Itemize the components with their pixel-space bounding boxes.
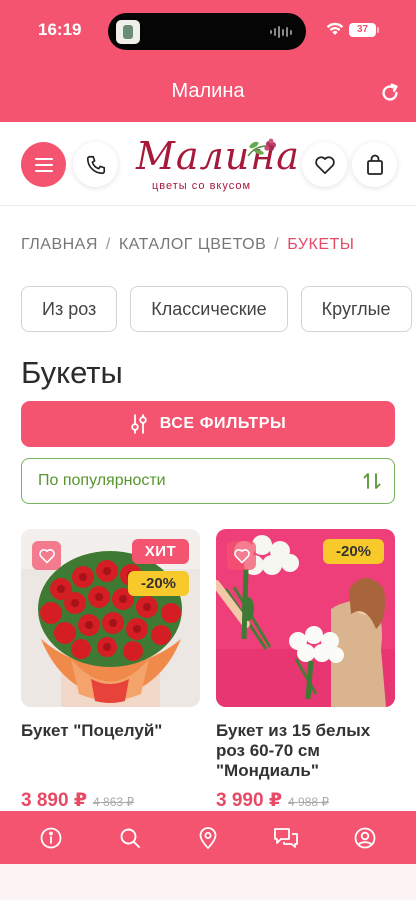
wifi-icon bbox=[326, 22, 344, 35]
breadcrumb-catalog-link[interactable]: КАТАЛОГ ЦВЕТОВ bbox=[119, 236, 266, 253]
bag-icon bbox=[366, 154, 383, 175]
audio-wave-icon bbox=[270, 26, 292, 38]
info-icon[interactable] bbox=[38, 825, 64, 851]
heart-icon bbox=[38, 548, 55, 563]
raspberry-flower-icon bbox=[247, 138, 276, 157]
heart-icon bbox=[233, 548, 250, 563]
chip-roses[interactable]: Из роз bbox=[21, 286, 118, 332]
chip-round[interactable]: Круглые bbox=[300, 286, 412, 332]
filter-sliders-icon bbox=[131, 414, 147, 434]
location-icon[interactable] bbox=[195, 825, 221, 851]
site-logo[interactable]: Малина цветы со вкусом bbox=[136, 134, 299, 196]
chat-icon[interactable] bbox=[273, 825, 299, 851]
favorite-toggle[interactable] bbox=[32, 541, 61, 570]
product-old-price: 4 863 ₽ bbox=[93, 795, 135, 809]
dynamic-island bbox=[108, 13, 306, 50]
product-old-price: 4 988 ₽ bbox=[288, 795, 330, 809]
search-icon[interactable] bbox=[117, 825, 143, 851]
breadcrumb-separator: / bbox=[105, 236, 111, 253]
battery-indicator: 37 bbox=[349, 23, 379, 37]
favorites-button[interactable] bbox=[302, 142, 347, 187]
all-filters-label: ВСЕ ФИЛЬТРЫ bbox=[159, 415, 287, 432]
product-image[interactable]: -20% bbox=[216, 529, 395, 707]
menu-icon-line bbox=[34, 169, 53, 172]
cart-button[interactable] bbox=[352, 142, 397, 187]
favorite-toggle[interactable] bbox=[227, 541, 256, 570]
home-indicator-area bbox=[0, 864, 416, 900]
breadcrumb: ГЛАВНАЯ / КАТАЛОГ ЦВЕТОВ / БУКЕТЫ bbox=[21, 236, 354, 254]
page-title: Букеты bbox=[21, 355, 123, 390]
heart-icon bbox=[314, 155, 335, 174]
bottom-navigation bbox=[0, 811, 416, 864]
product-price: 3 890 ₽ bbox=[21, 790, 88, 811]
breadcrumb-separator: / bbox=[274, 236, 280, 253]
phone-button[interactable] bbox=[73, 142, 118, 187]
phone-icon bbox=[86, 155, 105, 174]
menu-icon-line bbox=[34, 157, 53, 160]
discount-badge: -20% bbox=[323, 539, 384, 564]
discount-badge: -20% bbox=[128, 571, 189, 596]
refresh-icon[interactable] bbox=[379, 82, 401, 104]
menu-button[interactable] bbox=[21, 142, 66, 187]
product-name[interactable]: Букет "Поцелуй" bbox=[21, 721, 200, 741]
breadcrumb-current: БУКЕТЫ bbox=[287, 236, 355, 253]
product-card[interactable]: -20% Букет из 15 белых роз 60-70 см "Мон… bbox=[216, 529, 395, 811]
breadcrumb-home-link[interactable]: ГЛАВНАЯ bbox=[21, 236, 98, 253]
logo-tagline: цветы со вкусом bbox=[152, 180, 252, 192]
menu-icon-line bbox=[34, 163, 53, 166]
hit-badge: ХИТ bbox=[132, 539, 189, 564]
price-row: 3 990 ₽ 4 988 ₽ bbox=[216, 789, 329, 812]
app-top-bar: 16:19 37 Малина bbox=[0, 0, 416, 122]
account-icon[interactable] bbox=[352, 825, 378, 851]
product-price: 3 990 ₽ bbox=[216, 790, 283, 811]
sort-arrows-icon bbox=[363, 473, 381, 489]
chip-classic[interactable]: Классические bbox=[130, 286, 288, 332]
app-title: Малина bbox=[171, 80, 245, 102]
product-card[interactable]: ХИТ -20% Букет "Поцелуй" 3 890 ₽ 4 863 ₽ bbox=[21, 529, 200, 811]
status-time: 16:19 bbox=[38, 20, 82, 39]
app-thumbnail-icon bbox=[116, 20, 140, 44]
site-header: Малина цветы со вкусом bbox=[0, 122, 416, 206]
price-row: 3 890 ₽ 4 863 ₽ bbox=[21, 789, 134, 812]
product-image[interactable]: ХИТ -20% bbox=[21, 529, 200, 707]
sort-select[interactable]: По популярности bbox=[21, 458, 395, 504]
product-name[interactable]: Букет из 15 белых роз 60-70 см "Мондиаль… bbox=[216, 721, 395, 781]
all-filters-button[interactable]: ВСЕ ФИЛЬТРЫ bbox=[21, 401, 395, 447]
sort-selected-value: По популярности bbox=[38, 472, 166, 489]
category-chips: Из роз Классические Круглые bbox=[21, 286, 416, 332]
